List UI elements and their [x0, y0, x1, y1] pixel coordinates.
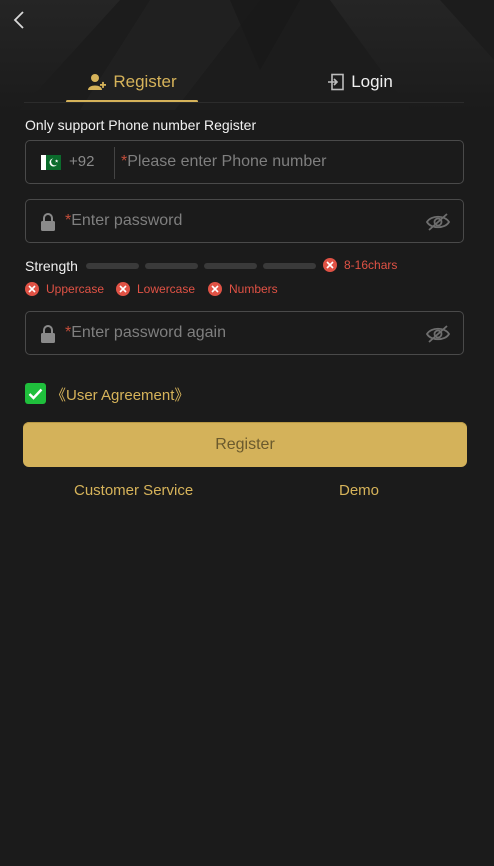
rule-lowercase-label: Lowercase — [137, 282, 196, 296]
user-agreement-link[interactable]: 《User Agreement》 — [51, 384, 189, 405]
login-icon — [328, 73, 344, 91]
rule-uppercase-label: Uppercase — [46, 282, 105, 296]
chevron-left-icon — [13, 11, 24, 29]
password-field[interactable]: *Enter password — [25, 199, 464, 243]
strength-label: Strength — [25, 258, 78, 274]
password-placeholder: Enter password — [71, 212, 183, 229]
rule-lowercase: Lowercase — [116, 282, 195, 296]
rule-numbers: Numbers — [208, 282, 278, 296]
demo-link[interactable]: Demo — [339, 482, 379, 499]
user-add-icon — [88, 74, 107, 90]
phone-placeholder: Please enter Phone number — [127, 153, 327, 170]
tab-register-label: Register — [113, 72, 177, 91]
password-input[interactable]: *Enter password — [65, 212, 182, 230]
rule-numbers-label: Numbers — [229, 282, 278, 296]
rule-length-label: 8-16chars — [344, 258, 398, 272]
customer-service-link[interactable]: Customer Service — [74, 482, 193, 499]
x-circle-icon — [116, 282, 130, 296]
rule-length: 8-16chars — [323, 258, 397, 272]
strength-bar — [263, 263, 316, 269]
pakistan-flag-icon — [41, 155, 61, 170]
register-button[interactable]: Register — [23, 422, 467, 467]
back-button[interactable] — [8, 8, 30, 32]
header: Register Login — [0, 0, 494, 104]
field-divider — [114, 147, 115, 179]
header-divider — [24, 102, 464, 103]
rule-uppercase: Uppercase — [25, 282, 104, 296]
strength-bar — [145, 263, 198, 269]
confirm-password-placeholder: Enter password again — [71, 324, 226, 341]
strength-bar — [86, 263, 139, 269]
x-circle-icon — [208, 282, 222, 296]
check-icon — [28, 388, 43, 400]
lock-icon — [41, 213, 55, 231]
confirm-password-input[interactable]: *Enter password again — [65, 324, 226, 342]
register-hint: Only support Phone number Register — [25, 117, 257, 133]
tab-register[interactable]: Register — [66, 62, 198, 102]
eye-off-icon[interactable] — [426, 324, 450, 344]
x-circle-icon — [323, 258, 337, 272]
agreement-checkbox[interactable] — [25, 383, 46, 404]
country-code[interactable]: +92 — [69, 153, 94, 170]
x-circle-icon — [25, 282, 39, 296]
phone-input[interactable]: *Please enter Phone number — [121, 153, 326, 171]
tab-login-label: Login — [351, 72, 393, 91]
eye-off-icon[interactable] — [426, 212, 450, 232]
phone-field[interactable]: +92 *Please enter Phone number — [25, 140, 464, 184]
tab-login[interactable]: Login — [300, 62, 420, 102]
lock-icon — [41, 325, 55, 343]
strength-bar — [204, 263, 257, 269]
confirm-password-field[interactable]: *Enter password again — [25, 311, 464, 355]
